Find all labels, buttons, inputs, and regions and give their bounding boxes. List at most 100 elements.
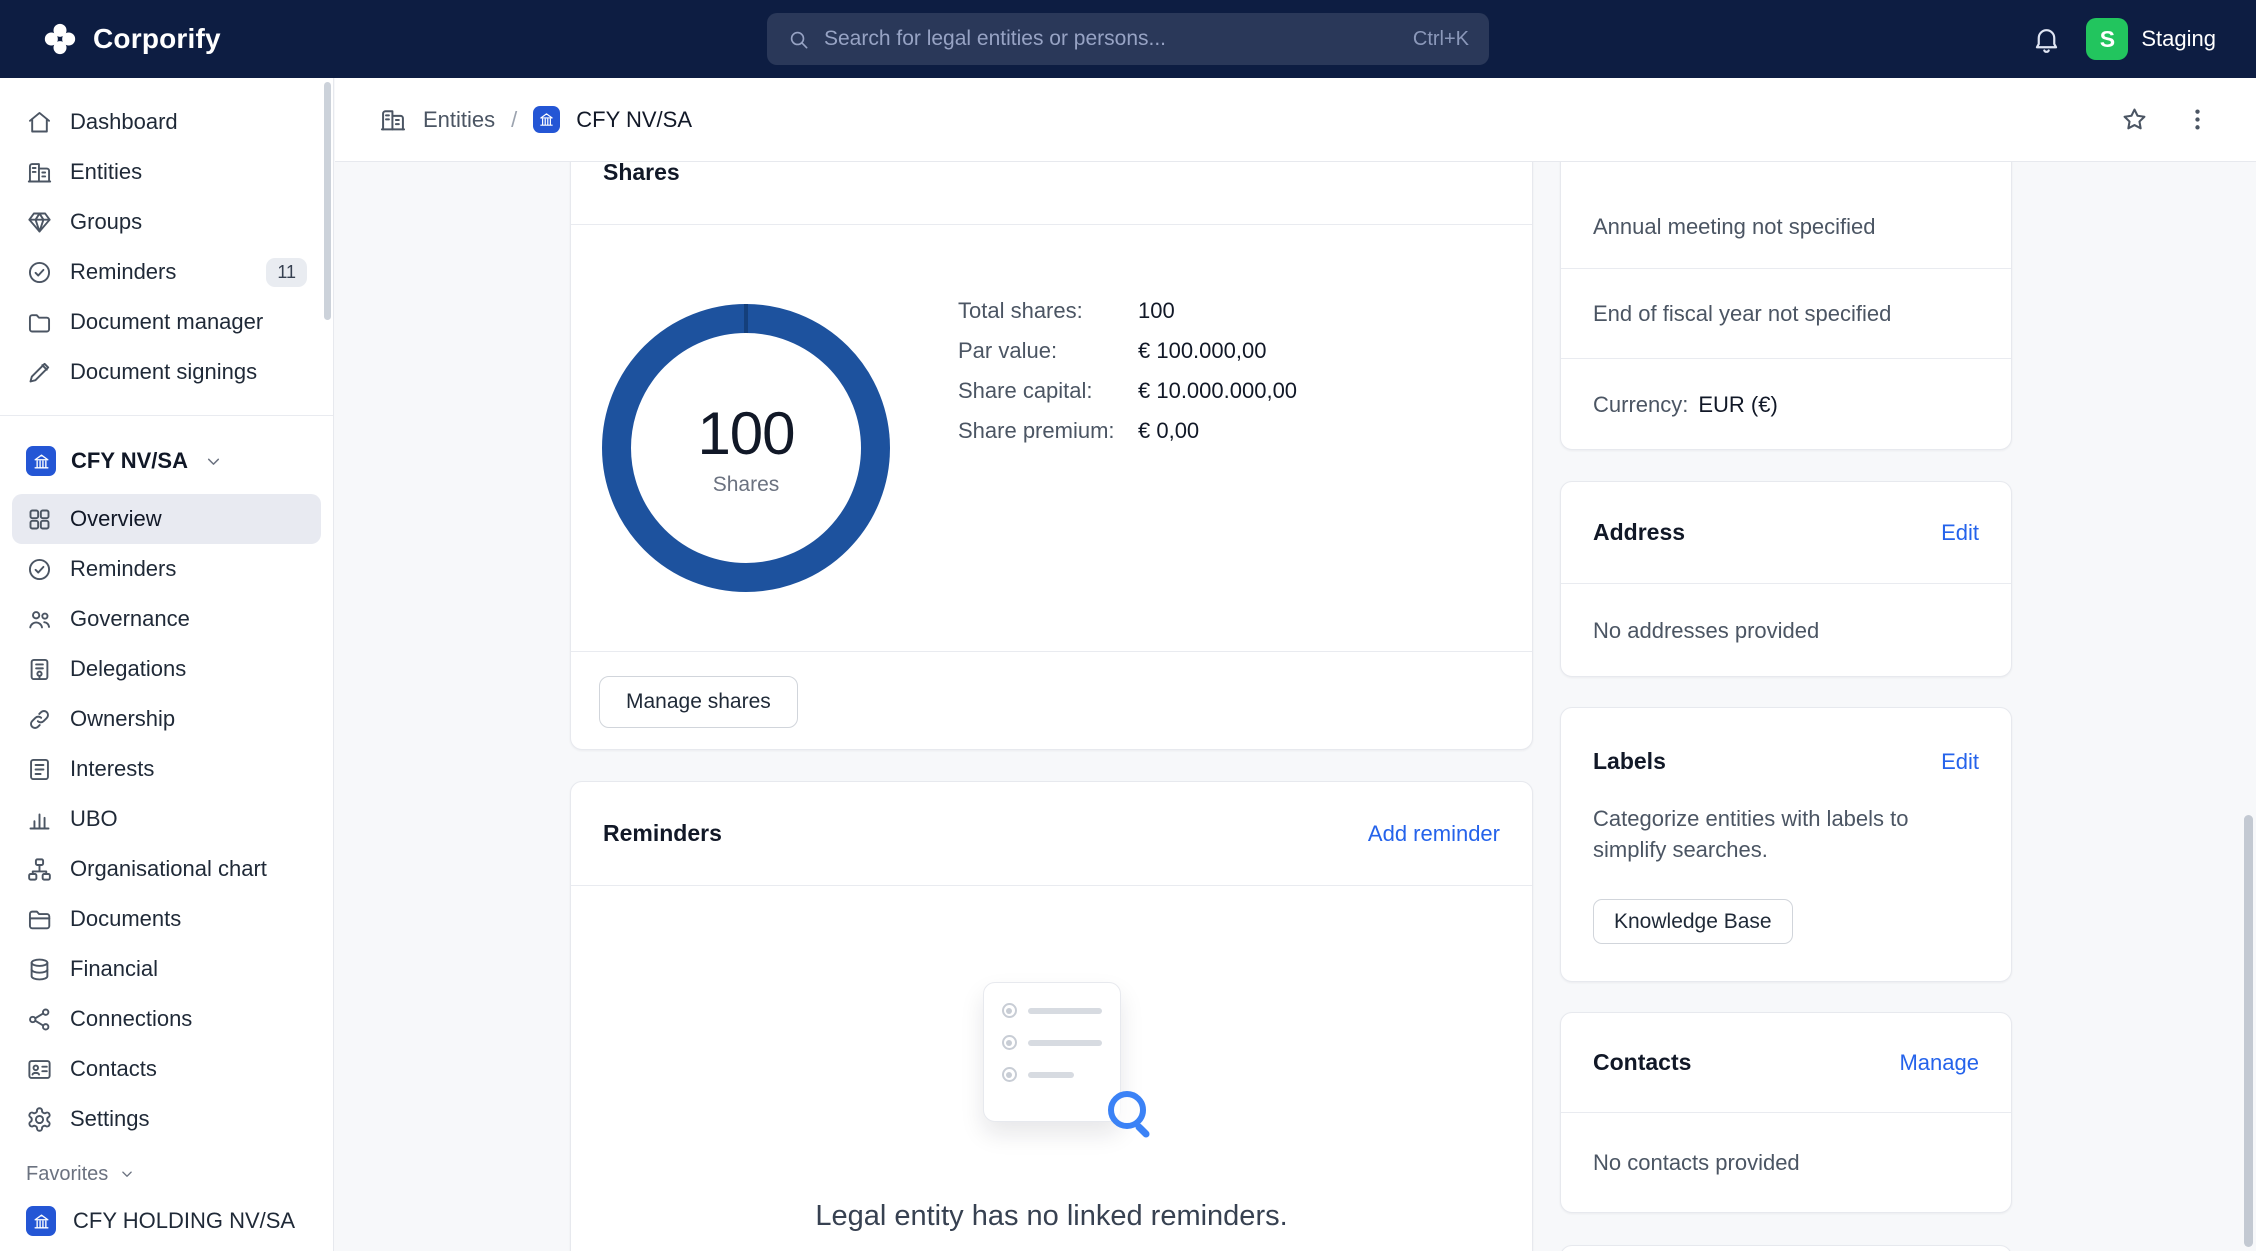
edit-labels-link[interactable]: Edit — [1941, 749, 1979, 775]
reminders-empty-text: Legal entity has no linked reminders. — [815, 1200, 1287, 1233]
ubo-icon — [26, 806, 53, 833]
right-column: Annual meeting not specified End of fisc… — [1560, 162, 2012, 1251]
connections-icon — [26, 1006, 53, 1033]
global-search[interactable]: Ctrl+K — [767, 13, 1489, 65]
org-chart-icon — [26, 856, 53, 883]
address-empty-text: No addresses provided — [1593, 618, 1819, 644]
address-card: Address Edit No addresses provided — [1560, 481, 2012, 677]
stat-label: Par value: — [958, 338, 1138, 364]
sidebar-item-organisational-chart[interactable]: Organisational chart — [12, 844, 321, 894]
user-menu[interactable]: S Staging — [2086, 18, 2216, 60]
labels-title: Labels — [1593, 748, 1666, 775]
document-signings-icon — [26, 359, 53, 386]
reminders-count-badge: 11 — [266, 258, 307, 287]
ownership-icon — [26, 706, 53, 733]
fiscal-year-row: End of fiscal year not specified — [1561, 269, 2011, 359]
building-icon — [32, 1212, 51, 1231]
sidebar-item-label: Settings — [70, 1106, 150, 1132]
sidebar-item-dashboard[interactable]: Dashboard — [12, 97, 321, 147]
sidebar-item-delegations[interactable]: Delegations — [12, 644, 321, 694]
stat-label: Share capital: — [958, 378, 1138, 404]
labels-card: Labels Edit Categorize entities with lab… — [1560, 707, 2012, 982]
sidebar-item-entities[interactable]: Entities — [12, 147, 321, 197]
sidebar-item-label: Dashboard — [70, 109, 178, 135]
sidebar-item-ubo[interactable]: UBO — [12, 794, 321, 844]
sidebar-item-ownership[interactable]: Ownership — [12, 694, 321, 744]
stat-value: € 0,00 — [1138, 418, 1199, 444]
next-card-partial — [1560, 1245, 2012, 1251]
sidebar-item-interests[interactable]: Interests — [12, 744, 321, 794]
stat-value: € 100.000,00 — [1138, 338, 1266, 364]
sidebar-item-label: Document signings — [70, 359, 257, 385]
sidebar: DashboardEntitiesGroupsReminders11Docume… — [0, 78, 334, 1251]
entity-selector-label: CFY NV/SA — [71, 448, 188, 474]
sidebar-item-cfy-holding-nv-sa[interactable]: CFY HOLDING NV/SA — [12, 1196, 321, 1246]
more-options-button[interactable] — [2183, 105, 2212, 134]
sidebar-scrollbar-thumb[interactable] — [324, 82, 331, 320]
breadcrumb-bar: Entities / CFY NV/SA — [335, 78, 2256, 162]
page-scrollbar-thumb[interactable] — [2244, 815, 2253, 1247]
breadcrumb-separator: / — [511, 107, 517, 133]
stat-row: Par value: € 100.000,00 — [958, 331, 1297, 371]
sidebar-item-reminders[interactable]: Reminders11 — [12, 247, 321, 297]
sidebar-item-label: Contacts — [70, 1056, 157, 1082]
add-reminder-link[interactable]: Add reminder — [1368, 821, 1500, 847]
documents-icon — [26, 906, 53, 933]
reminders-icon — [26, 556, 53, 583]
search-shortcut: Ctrl+K — [1413, 28, 1469, 51]
sidebar-item-label: Governance — [70, 606, 190, 632]
sidebar-item-reminders[interactable]: Reminders — [12, 544, 321, 594]
sidebar-item-label: Organisational chart — [70, 856, 267, 882]
knowledge-base-button[interactable]: Knowledge Base — [1593, 899, 1793, 944]
donut-label: Shares — [713, 473, 780, 497]
stat-row: Total shares: 100 — [958, 291, 1297, 331]
sidebar-item-connections[interactable]: Connections — [12, 994, 321, 1044]
sidebar-item-documents[interactable]: Documents — [12, 894, 321, 944]
manage-shares-button[interactable]: Manage shares — [599, 676, 798, 728]
breadcrumb-entities-link[interactable]: Entities — [423, 107, 495, 133]
sidebar-item-label: Delegations — [70, 656, 186, 682]
sidebar-item-groups[interactable]: Groups — [12, 197, 321, 247]
reminders-card-header: Reminders Add reminder — [571, 782, 1532, 886]
sidebar-item-financial[interactable]: Financial — [12, 944, 321, 994]
shares-card-header: Shares — [571, 162, 1532, 225]
avatar[interactable]: S — [2086, 18, 2128, 60]
breadcrumb-current: CFY NV/SA — [576, 107, 692, 133]
sidebar-item-document-signings[interactable]: Document signings — [12, 347, 321, 397]
breadcrumb: Entities / CFY NV/SA — [379, 106, 692, 134]
shares-stats: Total shares: 100 Par value: € 100.000,0… — [958, 291, 1297, 451]
shares-donut-chart: 100 Shares — [602, 304, 890, 592]
environment-label: Staging — [2141, 26, 2216, 52]
favorite-star-button[interactable] — [2120, 105, 2149, 134]
address-empty-state: No addresses provided — [1561, 584, 2011, 678]
delegations-icon — [26, 656, 53, 683]
stat-label: Total shares: — [958, 298, 1138, 324]
sidebar-item-governance[interactable]: Governance — [12, 594, 321, 644]
sidebar-item-settings[interactable]: Settings — [12, 1094, 321, 1144]
edit-address-link[interactable]: Edit — [1941, 520, 1979, 546]
entity-selector[interactable]: CFY NV/SA — [12, 434, 321, 488]
shares-card-footer: Manage shares — [571, 651, 1532, 752]
overview-icon — [26, 506, 53, 533]
favorites-toggle[interactable]: Favorites — [12, 1152, 321, 1196]
sidebar-item-overview[interactable]: Overview — [12, 494, 321, 544]
notifications-bell-icon[interactable] — [2031, 24, 2062, 55]
sidebar-item-document-manager[interactable]: Document manager — [12, 297, 321, 347]
reminders-icon — [26, 259, 53, 286]
stat-row: Share capital: € 10.000.000,00 — [958, 371, 1297, 411]
magnifier-icon — [1108, 1091, 1146, 1129]
entity-details-card: Annual meeting not specified End of fisc… — [1560, 162, 2012, 450]
avatar-initial: S — [2100, 26, 2115, 53]
shares-card: Shares 100 Shares Total shares: 100 Par … — [570, 162, 1533, 750]
governance-icon — [26, 606, 53, 633]
stat-value: 100 — [1138, 298, 1175, 324]
labels-description: Categorize entities with labels to simpl… — [1593, 803, 1953, 865]
sidebar-item-contacts[interactable]: Contacts — [12, 1044, 321, 1094]
sidebar-item-favorite-partial[interactable] — [12, 1246, 321, 1251]
home-icon — [26, 109, 53, 136]
contacts-card: Contacts Manage No contacts provided — [1560, 1012, 2012, 1213]
sidebar-item-label: Entities — [70, 159, 142, 185]
search-input[interactable] — [824, 27, 1399, 51]
settings-icon — [26, 1106, 53, 1133]
manage-contacts-link[interactable]: Manage — [1899, 1050, 1979, 1076]
